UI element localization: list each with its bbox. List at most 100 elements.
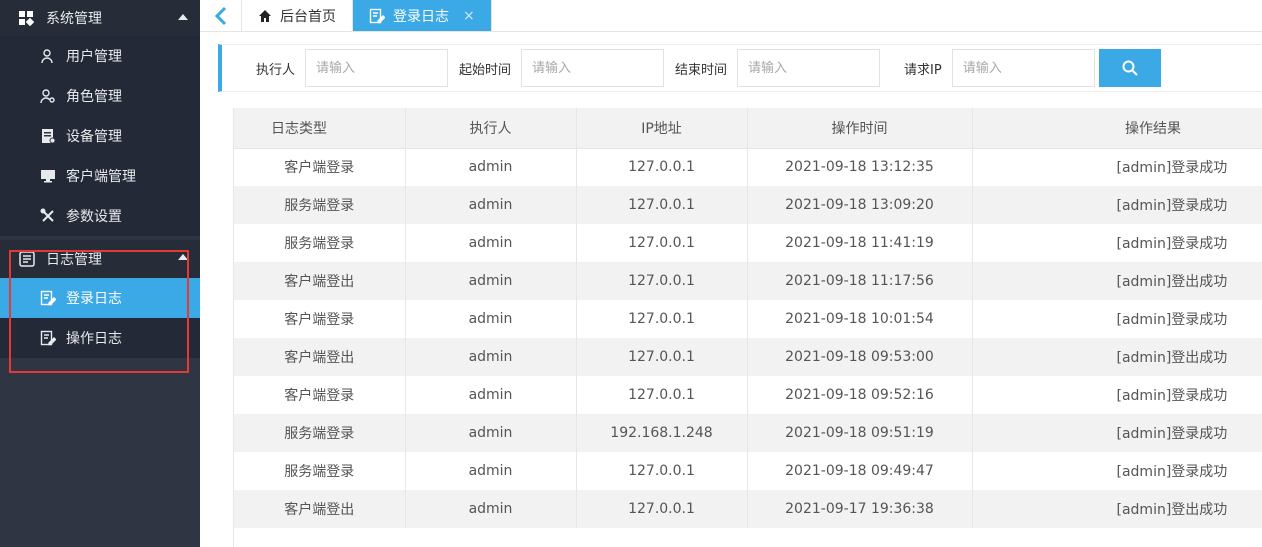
table-header-row: 日志类型 执行人 IP地址 操作时间 操作结果 (234, 108, 1262, 149)
home-icon (258, 9, 272, 23)
ip-input[interactable] (951, 49, 1095, 87)
cell-ip: 127.0.0.1 (576, 376, 748, 414)
column-header: 操作时间 (747, 108, 973, 149)
caret-up-icon (178, 14, 188, 20)
caret-up-icon (178, 254, 188, 260)
cell-ip: 127.0.0.1 (576, 224, 748, 262)
cell-ip: 127.0.0.1 (576, 262, 748, 300)
cell-log-type: 服务端登录 (234, 452, 406, 490)
sidebar-group-system[interactable]: 系统管理 (0, 0, 200, 36)
monitor-icon (40, 168, 58, 184)
table-row[interactable]: 服务端登录 admin 127.0.0.1 2021-09-18 13:09:2… (234, 186, 1262, 224)
end-time-input[interactable] (737, 49, 881, 87)
cell-executor: admin (405, 452, 577, 490)
cell-result: [admin]登录成功 (972, 452, 1262, 490)
column-header: 日志类型 (234, 108, 406, 149)
log-icon (18, 250, 38, 268)
cell-time: 2021-09-18 10:01:54 (747, 300, 973, 338)
cell-executor: admin (405, 414, 577, 452)
table-row[interactable]: 服务端登录 admin 127.0.0.1 2021-09-18 11:41:1… (234, 224, 1262, 262)
cell-executor: admin (405, 262, 577, 300)
cell-executor: admin (405, 490, 577, 528)
sidebar-group-label: 系统管理 (46, 11, 102, 27)
tab-label: 登录日志 (393, 8, 449, 25)
cell-ip: 192.168.1.248 (576, 414, 748, 452)
sidebar-item-settings[interactable]: 参数设置 (0, 196, 200, 236)
sidebar-item-label: 角色管理 (66, 89, 122, 105)
sidebar-item-users[interactable]: 用户管理 (0, 36, 200, 76)
table-row[interactable]: 客户端登出 admin 127.0.0.1 2021-09-18 11:17:5… (234, 262, 1262, 300)
cell-executor: admin (405, 376, 577, 414)
tab-login-log[interactable]: 登录日志 × (353, 0, 492, 31)
cell-time: 2021-09-18 11:17:56 (747, 262, 973, 300)
cell-executor: admin (405, 224, 577, 262)
sidebar: 系统管理 用户管理 角色管理 设备管理 客户端管理 参数设置 日志管理 登录日志… (0, 0, 200, 547)
table-row[interactable]: 服务端登录 admin 127.0.0.1 2021-09-18 09:49:4… (234, 452, 1262, 490)
cell-executor: admin (405, 300, 577, 338)
column-header: IP地址 (576, 108, 748, 149)
user-icon (40, 48, 58, 64)
sidebar-item-label: 参数设置 (66, 209, 122, 225)
cell-log-type: 客户端登出 (234, 262, 406, 300)
ip-label: 请求IP (904, 62, 942, 78)
cell-log-type: 服务端登录 (234, 186, 406, 224)
cell-executor: admin (405, 148, 577, 186)
table-row[interactable]: 客户端登录 admin 127.0.0.1 2021-09-18 10:01:5… (234, 300, 1262, 338)
cell-time: 2021-09-18 13:12:35 (747, 148, 973, 186)
tools-icon (40, 208, 58, 224)
sidebar-item-label: 用户管理 (66, 49, 122, 65)
cell-ip: 127.0.0.1 (576, 338, 748, 376)
cell-time: 2021-09-18 09:52:16 (747, 376, 973, 414)
column-header: 执行人 (405, 108, 577, 149)
table-row[interactable]: 客户端登录 admin 127.0.0.1 2021-09-18 13:12:3… (234, 148, 1262, 186)
cell-ip: 127.0.0.1 (576, 186, 748, 224)
tab-label: 后台首页 (280, 8, 336, 25)
start-time-label: 起始时间 (459, 62, 512, 78)
sidebar-item-login-log[interactable]: 登录日志 (0, 278, 200, 318)
search-button[interactable] (1098, 49, 1161, 87)
grid-icon (18, 10, 38, 26)
sidebar-item-devices[interactable]: 设备管理 (0, 116, 200, 156)
sidebar-item-clients[interactable]: 客户端管理 (0, 156, 200, 196)
sidebar-item-label: 客户端管理 (66, 169, 136, 185)
cell-ip: 127.0.0.1 (576, 452, 748, 490)
sidebar-item-operation-log[interactable]: 操作日志 (0, 318, 200, 358)
cell-time: 2021-09-17 19:36:38 (747, 490, 973, 528)
table-row[interactable]: 服务端登录 admin 192.168.1.248 2021-09-18 09:… (234, 414, 1262, 452)
cell-time: 2021-09-18 13:09:20 (747, 186, 973, 224)
tab-bar: 后台首页 登录日志 × (200, 0, 1262, 32)
cell-ip: 127.0.0.1 (576, 148, 748, 186)
close-icon[interactable]: × (463, 8, 475, 24)
cell-log-type: 服务端登录 (234, 224, 406, 262)
cell-log-type: 客户端登录 (234, 148, 406, 186)
end-time-label: 结束时间 (675, 62, 728, 78)
cell-log-type: 客户端登出 (234, 338, 406, 376)
filter-bar: 执行人 起始时间 结束时间 请求IP (218, 44, 1262, 92)
edit-icon (40, 330, 58, 346)
back-button[interactable] (200, 0, 242, 31)
table-row[interactable]: 客户端登录 admin 127.0.0.1 2021-09-18 09:52:1… (234, 376, 1262, 414)
search-icon (1122, 60, 1138, 76)
sidebar-group-log[interactable]: 日志管理 (0, 240, 200, 278)
table-row[interactable]: 客户端登出 admin 127.0.0.1 2021-09-17 19:36:3… (234, 490, 1262, 528)
cell-log-type: 服务端登录 (234, 414, 406, 452)
executor-input[interactable] (305, 49, 449, 87)
cell-result: [admin]登录成功 (972, 186, 1262, 224)
executor-label: 执行人 (256, 62, 296, 78)
cell-log-type: 客户端登录 (234, 376, 406, 414)
tab-home[interactable]: 后台首页 (242, 0, 353, 31)
cell-ip: 127.0.0.1 (576, 300, 748, 338)
cell-time: 2021-09-18 09:49:47 (747, 452, 973, 490)
cell-result: [admin]登出成功 (972, 490, 1262, 528)
start-time-input[interactable] (521, 49, 665, 87)
cell-executor: admin (405, 338, 577, 376)
cell-result: [admin]登录成功 (972, 414, 1262, 452)
cell-result: [admin]登出成功 (972, 262, 1262, 300)
sidebar-item-roles[interactable]: 角色管理 (0, 76, 200, 116)
cell-time: 2021-09-18 09:53:00 (747, 338, 973, 376)
edit-icon (40, 290, 58, 306)
chevron-left-icon (214, 6, 226, 25)
table-row[interactable]: 客户端登出 admin 127.0.0.1 2021-09-18 09:53:0… (234, 338, 1262, 376)
cell-result: [admin]登录成功 (972, 300, 1262, 338)
cell-result: [admin]登出成功 (972, 338, 1262, 376)
